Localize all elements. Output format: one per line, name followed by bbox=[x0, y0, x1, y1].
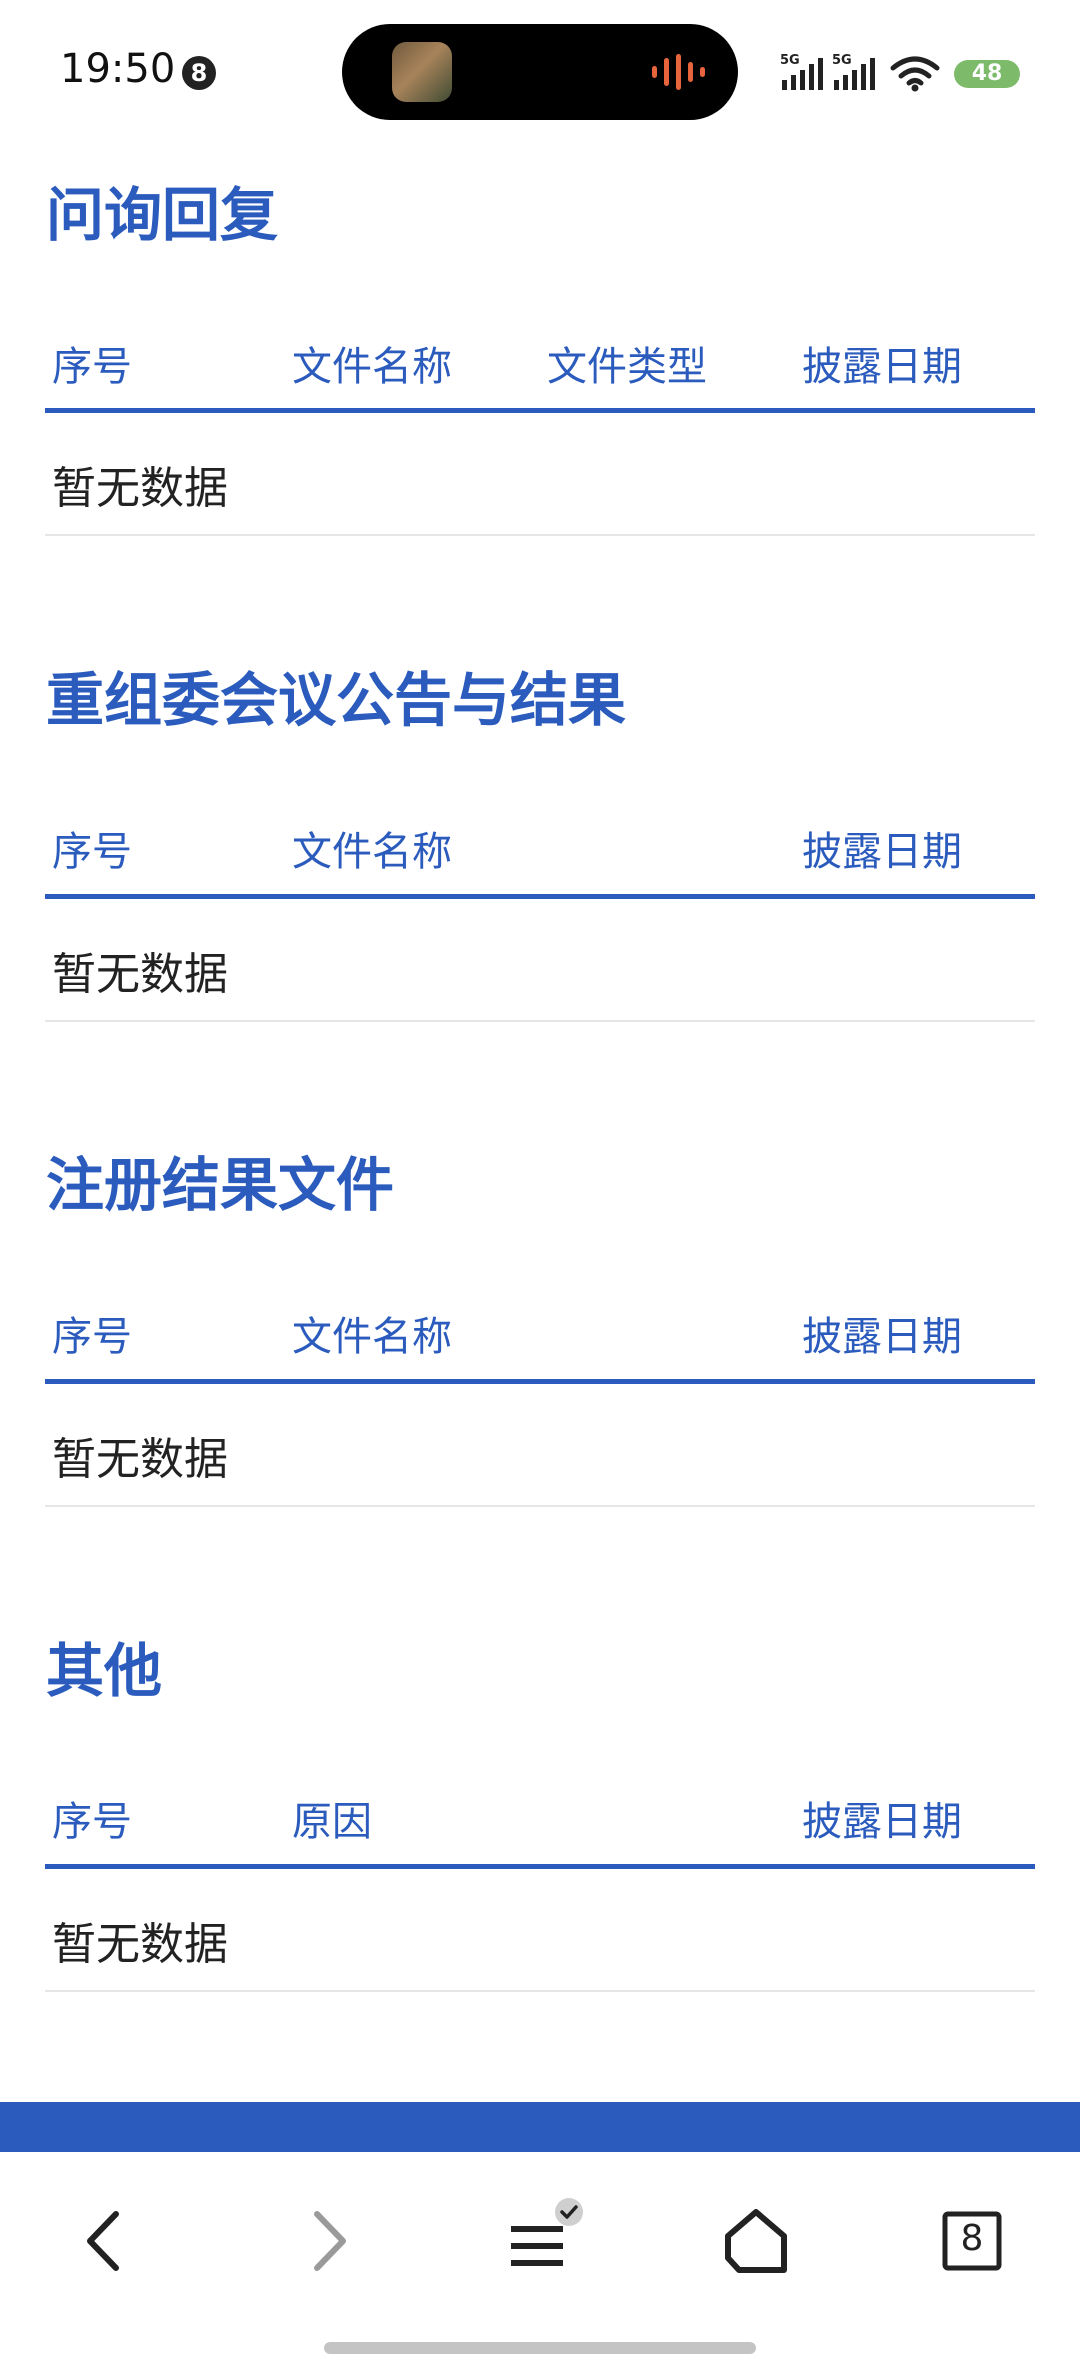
empty-state-text: 暂无数据 bbox=[52, 1919, 228, 1970]
table-header-divider bbox=[45, 1864, 1035, 1869]
column-header-file-name: 文件名称 bbox=[292, 344, 452, 390]
tabs-button[interactable]: 8 bbox=[927, 2196, 1017, 2286]
empty-state-text: 暂无数据 bbox=[52, 463, 228, 514]
signal-icon: 5G bbox=[780, 53, 823, 90]
row-divider bbox=[45, 1990, 1035, 1992]
column-header-index: 序号 bbox=[52, 1314, 132, 1360]
column-header-file-name: 文件名称 bbox=[292, 1314, 452, 1360]
section-title: 其他 bbox=[46, 1637, 163, 1705]
row-divider bbox=[45, 1020, 1035, 1022]
table-header-divider bbox=[45, 1379, 1035, 1384]
network-label-1: 5G bbox=[780, 53, 800, 68]
battery-indicator: 48 bbox=[954, 60, 1020, 88]
wifi-icon bbox=[890, 56, 940, 92]
column-header-reason: 原因 bbox=[292, 1799, 372, 1845]
table-header-divider bbox=[45, 894, 1035, 899]
column-header-file-name: 文件名称 bbox=[292, 829, 452, 875]
home-indicator[interactable] bbox=[324, 2342, 756, 2354]
row-divider bbox=[45, 534, 1035, 536]
section-title: 注册结果文件 bbox=[46, 1151, 395, 1219]
network-label-2: 5G bbox=[832, 53, 852, 68]
row-divider bbox=[45, 1505, 1035, 1507]
column-header-file-type: 文件类型 bbox=[547, 344, 707, 390]
media-thumbnail bbox=[392, 42, 452, 102]
column-header-index: 序号 bbox=[52, 344, 132, 390]
status-bar: 19:50 8 5G 5G 48 bbox=[0, 0, 1080, 140]
forward-icon[interactable] bbox=[283, 2196, 373, 2286]
column-header-index: 序号 bbox=[52, 1799, 132, 1845]
section-title: 重组委会议公告与结果 bbox=[46, 666, 627, 734]
column-header-disclosure-date: 披露日期 bbox=[802, 1799, 962, 1845]
column-header-index: 序号 bbox=[52, 829, 132, 875]
home-icon[interactable] bbox=[711, 2196, 801, 2286]
back-icon[interactable] bbox=[60, 2196, 150, 2286]
page-footer-band bbox=[0, 2102, 1080, 2152]
dynamic-island[interactable] bbox=[342, 24, 738, 120]
tab-count: 8 bbox=[960, 2218, 984, 2259]
table-header-divider bbox=[45, 408, 1035, 413]
section-title: 问询回复 bbox=[46, 181, 279, 249]
status-time: 19:50 bbox=[60, 46, 176, 92]
notification-badge: 8 bbox=[182, 56, 216, 90]
audio-wave-icon bbox=[652, 54, 705, 90]
menu-icon[interactable] bbox=[495, 2196, 585, 2286]
empty-state-text: 暂无数据 bbox=[52, 1434, 228, 1485]
signal-icon: 5G bbox=[832, 53, 875, 90]
column-header-disclosure-date: 披露日期 bbox=[802, 344, 962, 390]
column-header-disclosure-date: 披露日期 bbox=[802, 829, 962, 875]
status-icons: 5G 5G 48 bbox=[780, 52, 1020, 96]
column-header-disclosure-date: 披露日期 bbox=[802, 1314, 962, 1360]
empty-state-text: 暂无数据 bbox=[52, 949, 228, 1000]
